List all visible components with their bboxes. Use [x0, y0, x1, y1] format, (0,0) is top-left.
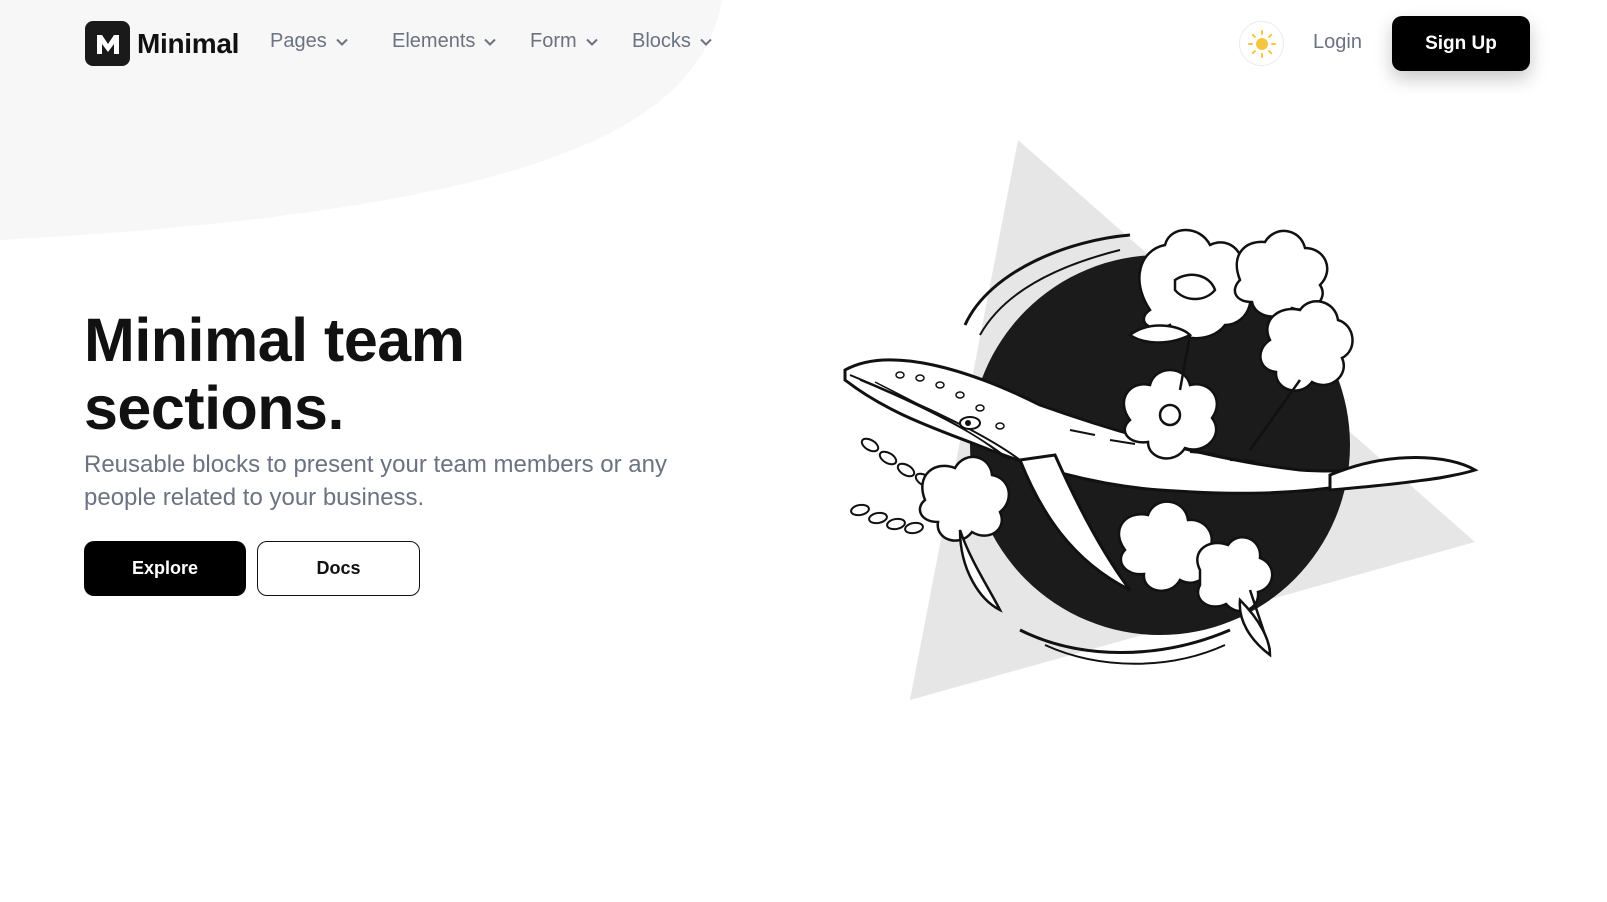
- nav-elements[interactable]: Elements: [392, 30, 497, 53]
- nav-form-label: Form: [530, 30, 577, 52]
- brand[interactable]: Minimal: [85, 21, 239, 66]
- hero-subtitle: Reusable blocks to present your team mem…: [84, 451, 667, 511]
- chevron-down-icon: [336, 38, 348, 46]
- explore-button[interactable]: Explore: [84, 541, 246, 596]
- whale-flowers-illustration: [843, 140, 1479, 700]
- sun-icon: [1247, 29, 1276, 58]
- chevron-down-icon: [484, 38, 497, 46]
- chevron-down-icon: [700, 38, 712, 46]
- brand-logo: [85, 21, 130, 66]
- login-link[interactable]: Login: [1313, 31, 1362, 54]
- nav-blocks-label: Blocks: [632, 30, 691, 52]
- nav-pages-label: Pages: [270, 30, 327, 52]
- nav-blocks[interactable]: Blocks: [632, 30, 713, 53]
- docs-button[interactable]: Docs: [257, 541, 420, 596]
- nav-pages[interactable]: Pages: [270, 30, 349, 53]
- nav-elements-label: Elements: [392, 30, 476, 52]
- hero-title-line2: sections.: [84, 374, 344, 442]
- theme-toggle-button[interactable]: [1239, 21, 1284, 66]
- brand-m-icon: [96, 34, 119, 54]
- brand-name: Minimal: [137, 27, 240, 59]
- signup-button[interactable]: Sign Up: [1392, 16, 1530, 71]
- chevron-down-icon: [585, 38, 598, 46]
- top-navbar: Minimal Pages Elements Form Blocks Login…: [0, 0, 1607, 88]
- hero-title: Minimal team sections.: [84, 306, 465, 442]
- hero-title-line1: Minimal team: [84, 306, 465, 374]
- nav-form[interactable]: Form: [530, 30, 599, 53]
